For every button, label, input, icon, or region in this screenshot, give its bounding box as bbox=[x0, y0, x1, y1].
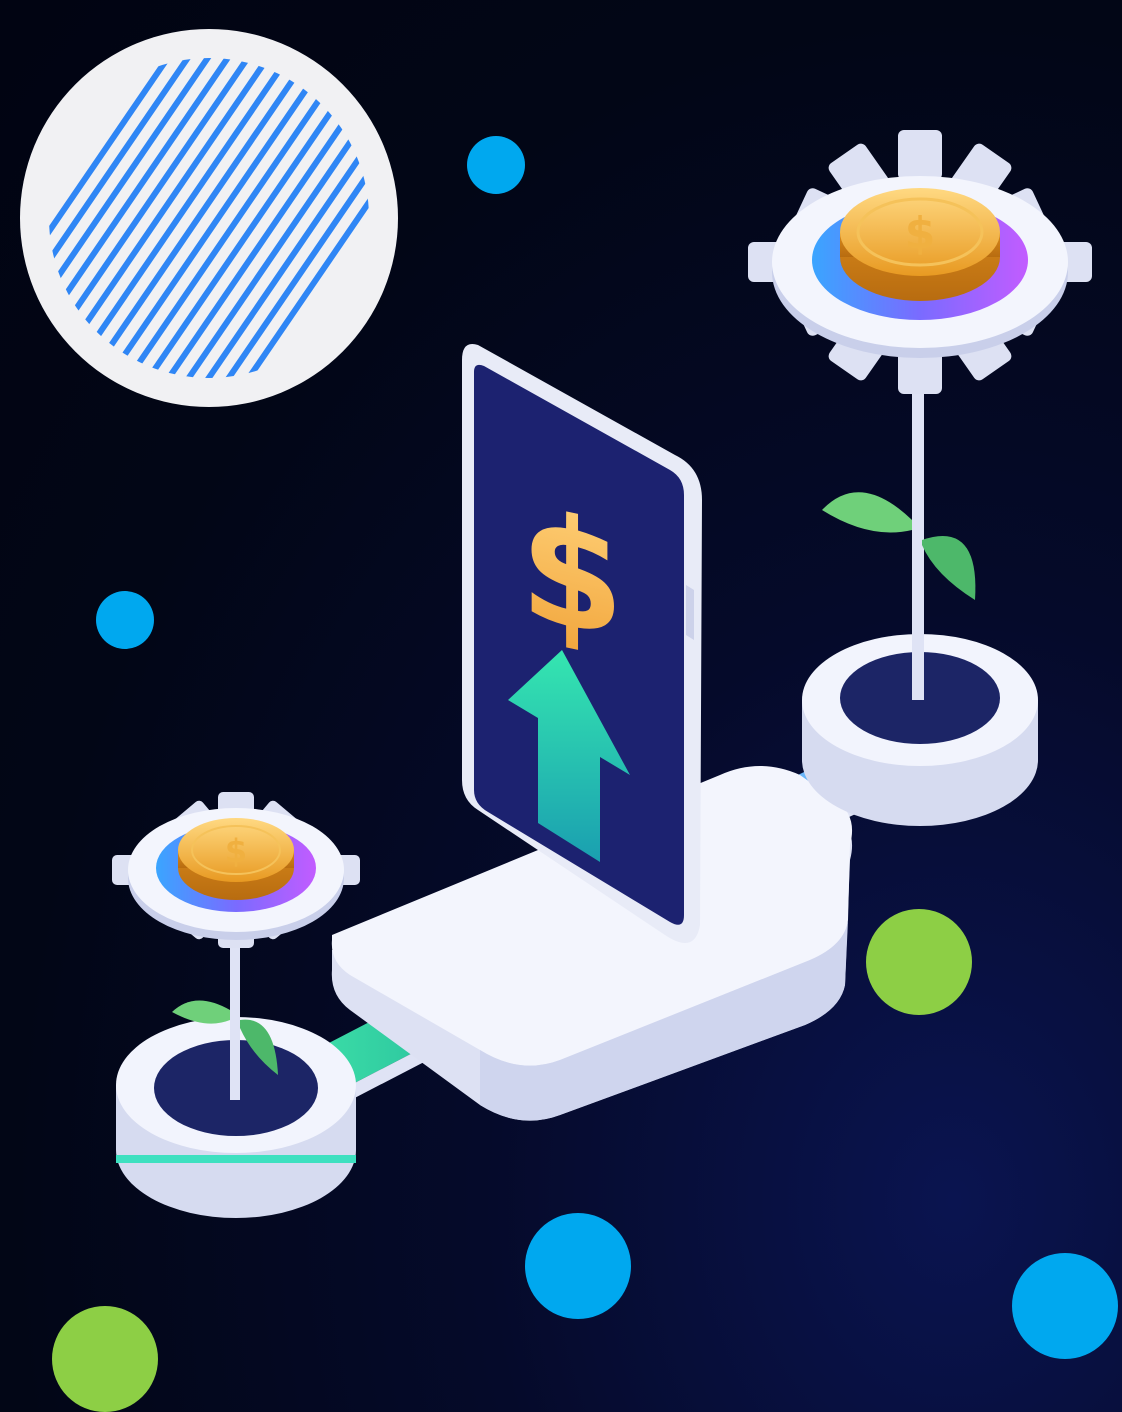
dollar-sign-icon: $ bbox=[520, 476, 624, 673]
coin-icon: $ bbox=[840, 188, 1000, 301]
striped-circle-icon bbox=[20, 29, 398, 407]
gear-icon: $ bbox=[748, 130, 1092, 394]
coin-icon: $ bbox=[178, 818, 294, 900]
illustration-svg: $ $ $ bbox=[20, 29, 1092, 1218]
gear-icon: $ bbox=[112, 792, 360, 948]
phone-icon: $ bbox=[462, 344, 702, 943]
coin-symbol: $ bbox=[225, 832, 247, 870]
illustration-canvas: $ $ $ bbox=[0, 0, 1122, 1412]
coin-symbol: $ bbox=[905, 208, 936, 259]
